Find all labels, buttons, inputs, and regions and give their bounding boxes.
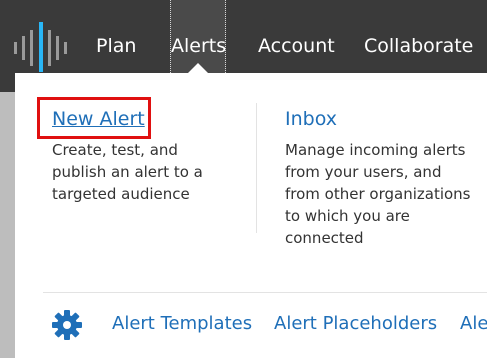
column-divider: [256, 103, 257, 233]
nav-alerts-label: Alerts: [171, 35, 227, 57]
new-alert-description: Create, test, and publish an alert to a …: [52, 141, 203, 203]
gear-icon[interactable]: [51, 309, 83, 341]
dropdown-caret: [188, 63, 208, 73]
inbox-link[interactable]: Inbox: [285, 108, 337, 130]
alert-templates-link[interactable]: Alert Templates: [112, 313, 252, 334]
logo-icon: [14, 22, 67, 72]
inbox-description: Manage incoming alerts from your users, …: [285, 141, 471, 247]
alert-placeholders-link[interactable]: Alert Placeholders: [274, 313, 437, 334]
new-alert-link[interactable]: New Alert: [52, 108, 145, 130]
truncated-alert-link[interactable]: Ale: [460, 313, 487, 334]
row-divider: [43, 292, 487, 293]
